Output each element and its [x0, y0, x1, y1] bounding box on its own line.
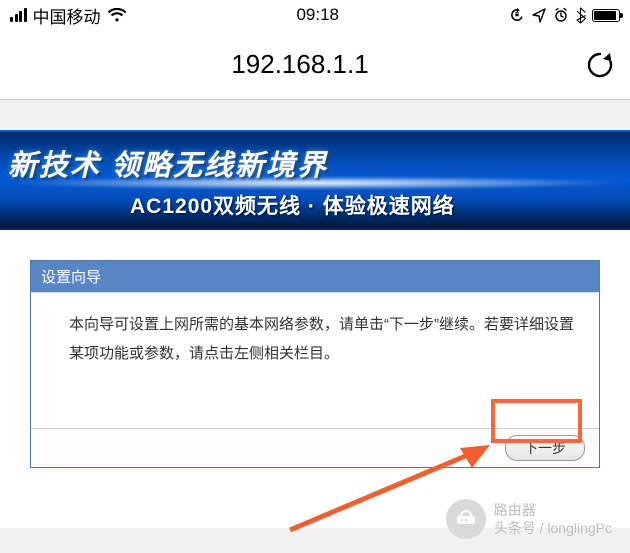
banner-subhead: AC1200双频无线 · 体验极速网络 — [130, 190, 455, 220]
clock: 09:18 — [296, 5, 339, 25]
location-icon — [531, 7, 547, 23]
gap — [0, 100, 630, 130]
wizard-instructions: 本向导可设置上网所需的基本网络参数，请单击“下一步”继续。若要详细设置某项功能或… — [31, 292, 599, 428]
watermark-logo-icon — [446, 499, 486, 539]
watermark-line2: 头条号 / longlingPc — [494, 519, 612, 537]
reload-icon — [585, 49, 615, 81]
carrier-label: 中国移动 — [33, 3, 101, 28]
browser-address-bar: 192.168.1.1 — [0, 30, 630, 100]
page-body: 设置向导 本向导可设置上网所需的基本网络参数，请单击“下一步”继续。若要详细设置… — [0, 240, 630, 528]
next-button[interactable]: 下一步 — [505, 435, 585, 461]
setup-wizard-panel: 设置向导 本向导可设置上网所需的基本网络参数，请单击“下一步”继续。若要详细设置… — [30, 260, 600, 468]
wifi-icon — [107, 8, 127, 23]
ios-status-bar: 中国移动 09:18 — [0, 0, 630, 30]
cellular-signal-icon — [10, 8, 27, 22]
watermark: 路由器 头条号 / longlingPc — [446, 499, 612, 539]
url-field[interactable]: 192.168.1.1 — [30, 49, 570, 80]
divider — [0, 230, 630, 240]
battery-icon — [592, 9, 620, 22]
orientation-lock-icon — [509, 7, 525, 23]
watermark-line1: 路由器 — [494, 501, 612, 519]
bluetooth-icon — [575, 7, 586, 24]
router-banner: 新技术 领略无线新境界 AC1200双频无线 · 体验极速网络 — [0, 130, 630, 230]
status-right — [509, 7, 620, 24]
reload-button[interactable] — [570, 49, 630, 81]
banner-headline: 新技术 领略无线新境界 — [8, 142, 328, 184]
wizard-footer: 下一步 — [31, 428, 599, 467]
status-left: 中国移动 — [10, 3, 127, 28]
panel-title: 设置向导 — [31, 261, 599, 292]
alarm-icon — [553, 7, 569, 23]
